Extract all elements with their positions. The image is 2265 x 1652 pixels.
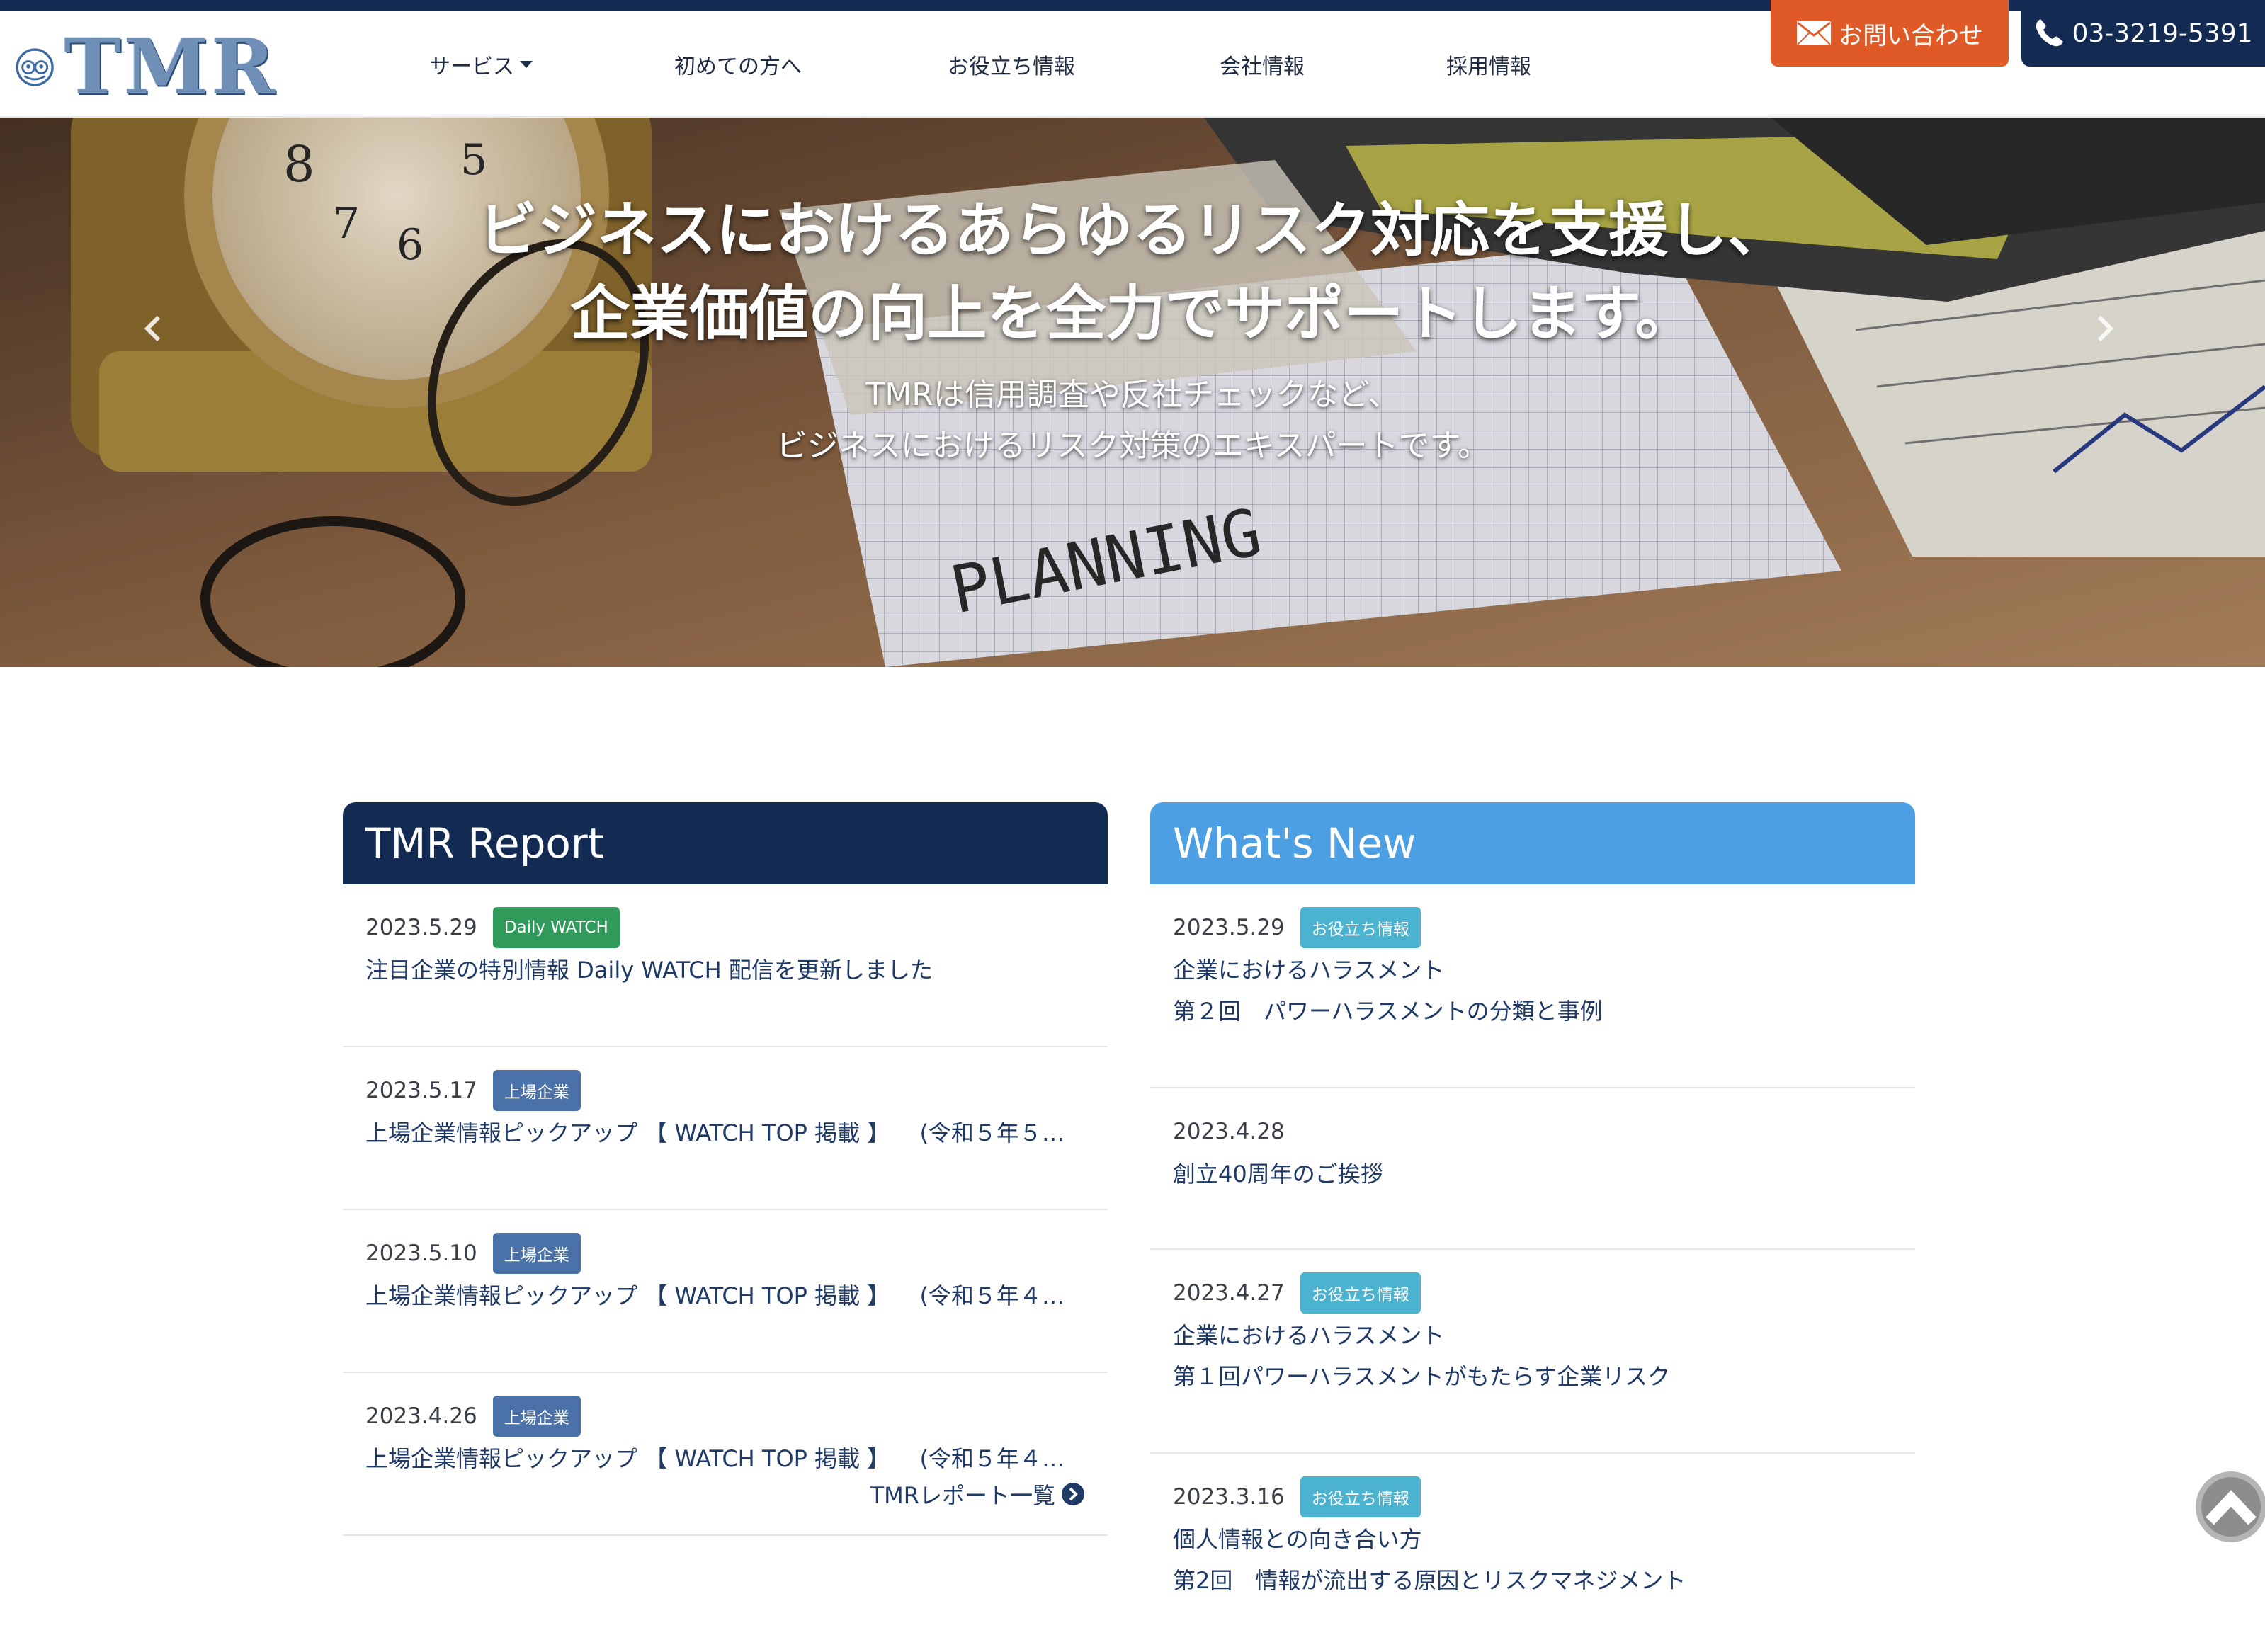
- contact-button[interactable]: お問い合わせ: [1771, 0, 2009, 67]
- news-title-line2[interactable]: 第2回 情報が流出する原因とリスクマネジメント: [1173, 1560, 1892, 1617]
- mail-icon: [1796, 21, 1832, 46]
- hero-subtitle: TMRは信用調査や反社チェックなど、 ビジネスにおけるリスク対策のエキスパートで…: [0, 370, 2265, 472]
- report-badge: 上場企業: [492, 1233, 581, 1274]
- report-date: 2023.5.17: [365, 1078, 477, 1103]
- caret-down-icon: [520, 61, 533, 68]
- report-badge: 上場企業: [492, 1396, 581, 1437]
- news-badge: お役立ち情報: [1300, 1476, 1421, 1517]
- phone-label: 03-3219-5391: [2072, 18, 2253, 48]
- whats-new-heading: What's New: [1150, 802, 1915, 884]
- news-title-line2[interactable]: 第２回 パワーハラスメントの分類と事例: [1173, 991, 1892, 1047]
- report-list-link[interactable]: TMRレポート一覧: [870, 1478, 1085, 1510]
- report-date: 2023.5.29: [365, 915, 477, 940]
- news-date: 2023.5.29: [1173, 915, 1285, 940]
- scroll-to-top-button[interactable]: [2193, 1466, 2265, 1548]
- nav-services-label: サービス: [429, 55, 514, 79]
- site-header: TMR サービス 初めての方へ お役立ち情報 会社情報 採用情報 お問い合わせ: [0, 0, 2265, 118]
- nav-first-time-label: 初めての方へ: [674, 55, 802, 79]
- report-item[interactable]: 2023.5.29 Daily WATCH 注目企業の特別情報 Daily WA…: [343, 906, 1108, 1047]
- hero-sub-line1: TMRは信用調査や反社チェックなど、: [865, 377, 1400, 413]
- news-title-line2[interactable]: 第１回パワーハラスメントがもたらす企業リスク: [1173, 1356, 1892, 1413]
- news-badge: お役立ち情報: [1300, 1272, 1421, 1314]
- report-date: 2023.4.26: [365, 1403, 477, 1429]
- report-title[interactable]: 注目企業の特別情報 Daily WATCH 配信を更新しました: [365, 950, 1085, 1006]
- nav-company[interactable]: 会社情報: [1220, 11, 1305, 118]
- whats-new-heading-text: What's New: [1173, 819, 1417, 867]
- hero-title-line2: 企業価値の向上を全力でサポートします。: [570, 279, 1695, 348]
- news-item[interactable]: 2023.3.16 お役立ち情報 個人情報との向き合い方 第2回 情報が流出する…: [1150, 1475, 1915, 1652]
- contact-label: お問い合わせ: [1839, 21, 1983, 50]
- report-list-label: TMRレポート一覧: [870, 1482, 1055, 1509]
- report-item[interactable]: 2023.4.26 上場企業 上場企業情報ピックアップ 【 WATCH TOP …: [343, 1394, 1108, 1536]
- news-badge: お役立ち情報: [1300, 907, 1421, 948]
- report-title[interactable]: 上場企業情報ピックアップ 【 WATCH TOP 掲載 】 (令和５年５月...: [365, 1112, 1085, 1169]
- whats-new-panel: What's New 2023.5.29 お役立ち情報 企業におけるハラスメント…: [1150, 802, 1915, 1652]
- phone-icon: [2033, 18, 2065, 49]
- hero-title-line1: ビジネスにおけるあらゆるリスク対応を支援し、: [477, 195, 1787, 265]
- logo-text: TMR: [64, 23, 278, 112]
- hero-sub-line2: ビジネスにおけるリスク対策のエキスパートです。: [776, 428, 1489, 464]
- nav-services[interactable]: サービス: [429, 11, 533, 118]
- nav-recruit-label: 採用情報: [1446, 55, 1531, 79]
- report-item[interactable]: 2023.5.10 上場企業 上場企業情報ピックアップ 【 WATCH TOP …: [343, 1231, 1108, 1373]
- news-item[interactable]: 2023.4.28 創立40周年のご挨拶: [1150, 1110, 1915, 1250]
- news-title-line1[interactable]: 企業におけるハラスメント: [1173, 950, 1892, 991]
- chevron-up-icon: [2196, 1471, 2265, 1542]
- nav-useful-info-label: お役立ち情報: [948, 55, 1075, 79]
- phone-button[interactable]: 03-3219-5391: [2021, 0, 2265, 67]
- tmr-report-panel: TMR Report 2023.5.29 Daily WATCH 注目企業の特別…: [343, 802, 1108, 1536]
- news-date: 2023.3.16: [1173, 1484, 1285, 1510]
- nav-useful-info[interactable]: お役立ち情報: [948, 11, 1075, 118]
- report-title[interactable]: 上場企業情報ピックアップ 【 WATCH TOP 掲載 】 (令和５年４月...: [365, 1275, 1085, 1332]
- report-badge: 上場企業: [492, 1070, 581, 1111]
- news-item[interactable]: 2023.5.29 お役立ち情報 企業におけるハラスメント 第２回 パワーハラス…: [1150, 906, 1915, 1088]
- hero-banner: 8 7 6 5 PLANNING ビジネスにおけるあらゆるリスク対応を支援し、 …: [0, 118, 2265, 667]
- news-item[interactable]: 2023.4.27 お役立ち情報 企業におけるハラスメント 第１回パワーハラスメ…: [1150, 1271, 1915, 1454]
- report-badge: Daily WATCH: [492, 907, 620, 948]
- report-item[interactable]: 2023.5.17 上場企業 上場企業情報ピックアップ 【 WATCH TOP …: [343, 1069, 1108, 1210]
- site-logo[interactable]: TMR: [16, 28, 278, 106]
- report-date: 2023.5.10: [365, 1241, 477, 1266]
- nav-company-label: 会社情報: [1220, 55, 1305, 79]
- news-date: 2023.4.27: [1173, 1280, 1285, 1306]
- tmr-report-heading: TMR Report: [343, 802, 1108, 884]
- news-title-line1[interactable]: 企業におけるハラスメント: [1173, 1315, 1892, 1356]
- logo-mark-icon: [16, 48, 54, 86]
- tmr-report-heading-text: TMR Report: [365, 819, 604, 867]
- arrow-circle-right-icon: [1062, 1483, 1084, 1505]
- nav-first-time[interactable]: 初めての方へ: [674, 11, 802, 118]
- news-title-line1[interactable]: 創立40周年のご挨拶: [1173, 1153, 1892, 1210]
- news-title-line1[interactable]: 個人情報との向き合い方: [1173, 1519, 1892, 1560]
- news-date: 2023.4.28: [1173, 1119, 1285, 1144]
- nav-recruit[interactable]: 採用情報: [1446, 11, 1531, 118]
- hero-title: ビジネスにおけるあらゆるリスク対応を支援し、 企業価値の向上を全力でサポートしま…: [0, 188, 2265, 355]
